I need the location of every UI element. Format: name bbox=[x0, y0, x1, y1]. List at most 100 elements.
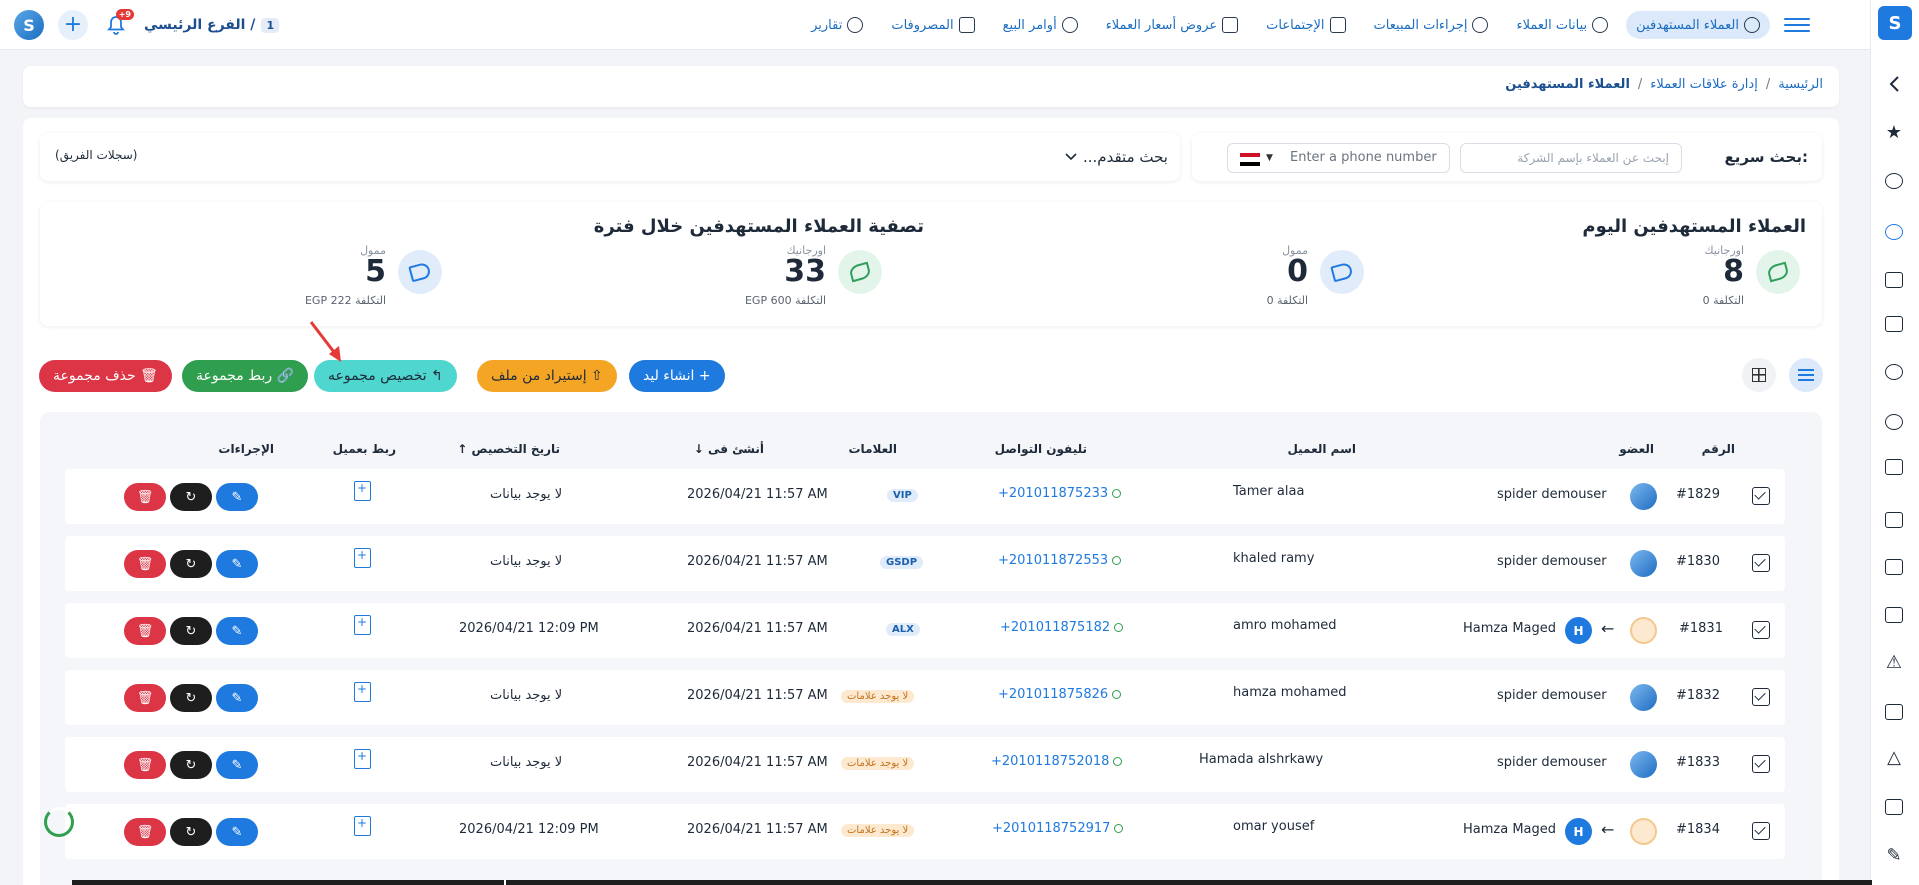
row-phone[interactable]: +201011872553 bbox=[998, 553, 1122, 568]
whatsapp-icon[interactable] bbox=[1112, 489, 1122, 498]
link-customer-icon[interactable] bbox=[354, 615, 371, 635]
whatsapp-icon[interactable] bbox=[1113, 757, 1123, 766]
col-header-created-at[interactable]: أنشئ فى ↓ bbox=[694, 442, 764, 456]
nav-targeted-customers[interactable]: العملاء المستهدفين bbox=[1626, 11, 1770, 39]
assign-group-button[interactable]: ↰ تخصيص مجموعه bbox=[314, 360, 457, 392]
row-phone[interactable]: +2010118752917 bbox=[992, 821, 1124, 836]
quick-add-button[interactable]: + bbox=[58, 10, 88, 40]
favorites-star-icon[interactable]: ★ bbox=[1882, 120, 1906, 144]
delete-button[interactable]: 🗑 bbox=[124, 818, 166, 846]
row-customer-name[interactable]: amro mohamed bbox=[1233, 618, 1337, 633]
notifications-button[interactable]: +9 bbox=[102, 9, 134, 39]
breadcrumb-home[interactable]: الرئيسية bbox=[1778, 77, 1823, 92]
link-group-button[interactable]: 🔗 ربط مجموعة bbox=[182, 360, 308, 392]
country-dropdown-icon[interactable]: ▼ bbox=[1266, 144, 1273, 172]
row-customer-name[interactable]: Hamada alshrkawy bbox=[1199, 752, 1323, 767]
time-card-icon[interactable] bbox=[1882, 508, 1906, 532]
link-customer-icon[interactable] bbox=[354, 749, 371, 769]
link-customer-icon[interactable] bbox=[354, 682, 371, 702]
refresh-button[interactable]: ↻ bbox=[170, 751, 212, 779]
contracts-icon[interactable] bbox=[1882, 312, 1906, 336]
delete-button[interactable]: 🗑 bbox=[124, 617, 166, 645]
menu-toggle-icon[interactable] bbox=[1784, 12, 1810, 38]
delete-button[interactable]: 🗑 bbox=[124, 550, 166, 578]
refresh-button[interactable]: ↻ bbox=[170, 550, 212, 578]
dashboard-icon[interactable] bbox=[1882, 169, 1906, 193]
nav-sales-actions[interactable]: إجراءات المبيعات bbox=[1364, 11, 1499, 39]
edit-button[interactable]: ✎ bbox=[216, 550, 258, 578]
phone-search-input[interactable]: ▼ Enter a phone number bbox=[1227, 143, 1450, 173]
link-customer-icon[interactable] bbox=[354, 548, 371, 568]
today-stats-title: العملاء المستهدفين اليوم bbox=[1582, 216, 1806, 237]
refresh-button[interactable]: ↻ bbox=[170, 818, 212, 846]
whatsapp-icon[interactable] bbox=[1114, 824, 1124, 833]
sidebar-logo-icon[interactable]: S bbox=[1878, 6, 1912, 40]
whatsapp-icon[interactable] bbox=[1114, 623, 1124, 632]
advanced-search-toggle[interactable]: بحث متقدم... bbox=[1065, 148, 1168, 166]
video-icon[interactable] bbox=[1882, 700, 1906, 724]
row-phone[interactable]: +201011875826 bbox=[998, 687, 1122, 702]
edit-button[interactable]: ✎ bbox=[216, 751, 258, 779]
row-phone[interactable]: +2010118752018 bbox=[991, 754, 1123, 769]
leaf-icon bbox=[1756, 250, 1800, 294]
create-lead-button[interactable]: + انشاء ليد bbox=[629, 360, 725, 392]
edit-button[interactable]: ✎ bbox=[216, 818, 258, 846]
telephone-icon[interactable] bbox=[1882, 455, 1906, 479]
nav-customer-data[interactable]: بيانات العملاء bbox=[1506, 11, 1618, 39]
list-icon bbox=[1798, 369, 1814, 381]
target-icon[interactable] bbox=[1882, 410, 1906, 434]
nav-meetings[interactable]: الإجتماعات bbox=[1256, 11, 1355, 39]
breadcrumb-section[interactable]: إدارة علاقات العملاء bbox=[1650, 77, 1758, 92]
row-checkbox[interactable] bbox=[1752, 621, 1770, 639]
crm-users-icon[interactable] bbox=[1882, 220, 1906, 244]
delete-button[interactable]: 🗑 bbox=[124, 483, 166, 511]
calls-icon[interactable] bbox=[1882, 360, 1906, 384]
row-checkbox[interactable] bbox=[1752, 688, 1770, 706]
refresh-button[interactable]: ↻ bbox=[170, 483, 212, 511]
whatsapp-icon[interactable] bbox=[1112, 556, 1122, 565]
row-checkbox[interactable] bbox=[1752, 822, 1770, 840]
row-customer-name[interactable]: Tamer alaa bbox=[1233, 484, 1304, 499]
company-search-input[interactable]: إبحث عن العملاء بإسم الشركة bbox=[1460, 143, 1682, 173]
egypt-flag-icon[interactable] bbox=[1240, 153, 1260, 166]
import-file-button[interactable]: ⇧ إستيراد من ملف bbox=[477, 360, 617, 392]
team-records-label[interactable]: (سجلات الفريق) bbox=[55, 148, 137, 162]
col-header-assigned-at[interactable]: تاريخ التخصيص ↑ bbox=[457, 442, 560, 456]
app-logo-icon[interactable]: S bbox=[14, 10, 44, 40]
row-customer-name[interactable]: khaled ramy bbox=[1233, 551, 1314, 566]
branch-selector[interactable]: الفرع الرئيسي / 1 bbox=[144, 17, 280, 33]
edit-button[interactable]: ✎ bbox=[216, 684, 258, 712]
warning-icon[interactable]: ⚠ bbox=[1882, 650, 1906, 674]
row-customer-name[interactable]: omar yousef bbox=[1233, 819, 1314, 834]
list-view-button[interactable] bbox=[1789, 358, 1823, 392]
delete-group-button[interactable]: 🗑 حذف مجموعة bbox=[39, 360, 172, 392]
refresh-button[interactable]: ↻ bbox=[170, 617, 212, 645]
row-checkbox[interactable] bbox=[1752, 487, 1770, 505]
nav-quotations[interactable]: عروض أسعار العملاء bbox=[1096, 11, 1248, 39]
edit-button[interactable]: ✎ bbox=[216, 617, 258, 645]
nav-sales-orders[interactable]: أوامر البيع bbox=[993, 11, 1088, 39]
row-phone[interactable]: +201011875233 bbox=[998, 486, 1122, 501]
row-checkbox[interactable] bbox=[1752, 755, 1770, 773]
payroll-icon[interactable] bbox=[1882, 603, 1906, 627]
collapse-chevron-icon[interactable] bbox=[1882, 72, 1906, 96]
signature-icon[interactable]: ✎ bbox=[1882, 843, 1906, 867]
whatsapp-icon[interactable] bbox=[1112, 690, 1122, 699]
building-icon[interactable] bbox=[1882, 268, 1906, 292]
nav-expenses[interactable]: المصروفات bbox=[881, 11, 984, 39]
triangle-tool-icon[interactable]: △ bbox=[1882, 745, 1906, 769]
grid-view-button[interactable] bbox=[1742, 358, 1776, 392]
row-customer-name[interactable]: hamza mohamed bbox=[1233, 685, 1347, 700]
row-checkbox[interactable] bbox=[1752, 554, 1770, 572]
nav-reports[interactable]: تقارير bbox=[801, 11, 873, 39]
row-phone[interactable]: +201011875182 bbox=[1000, 620, 1124, 635]
edit-button[interactable]: ✎ bbox=[216, 483, 258, 511]
delete-button[interactable]: 🗑 bbox=[124, 751, 166, 779]
horizontal-scrollbar[interactable] bbox=[72, 880, 1872, 885]
refresh-button[interactable]: ↻ bbox=[170, 684, 212, 712]
delete-button[interactable]: 🗑 bbox=[124, 684, 166, 712]
invoice-icon[interactable] bbox=[1882, 795, 1906, 819]
link-customer-icon[interactable] bbox=[354, 481, 371, 501]
team-icon[interactable] bbox=[1882, 555, 1906, 579]
link-customer-icon[interactable] bbox=[354, 816, 371, 836]
